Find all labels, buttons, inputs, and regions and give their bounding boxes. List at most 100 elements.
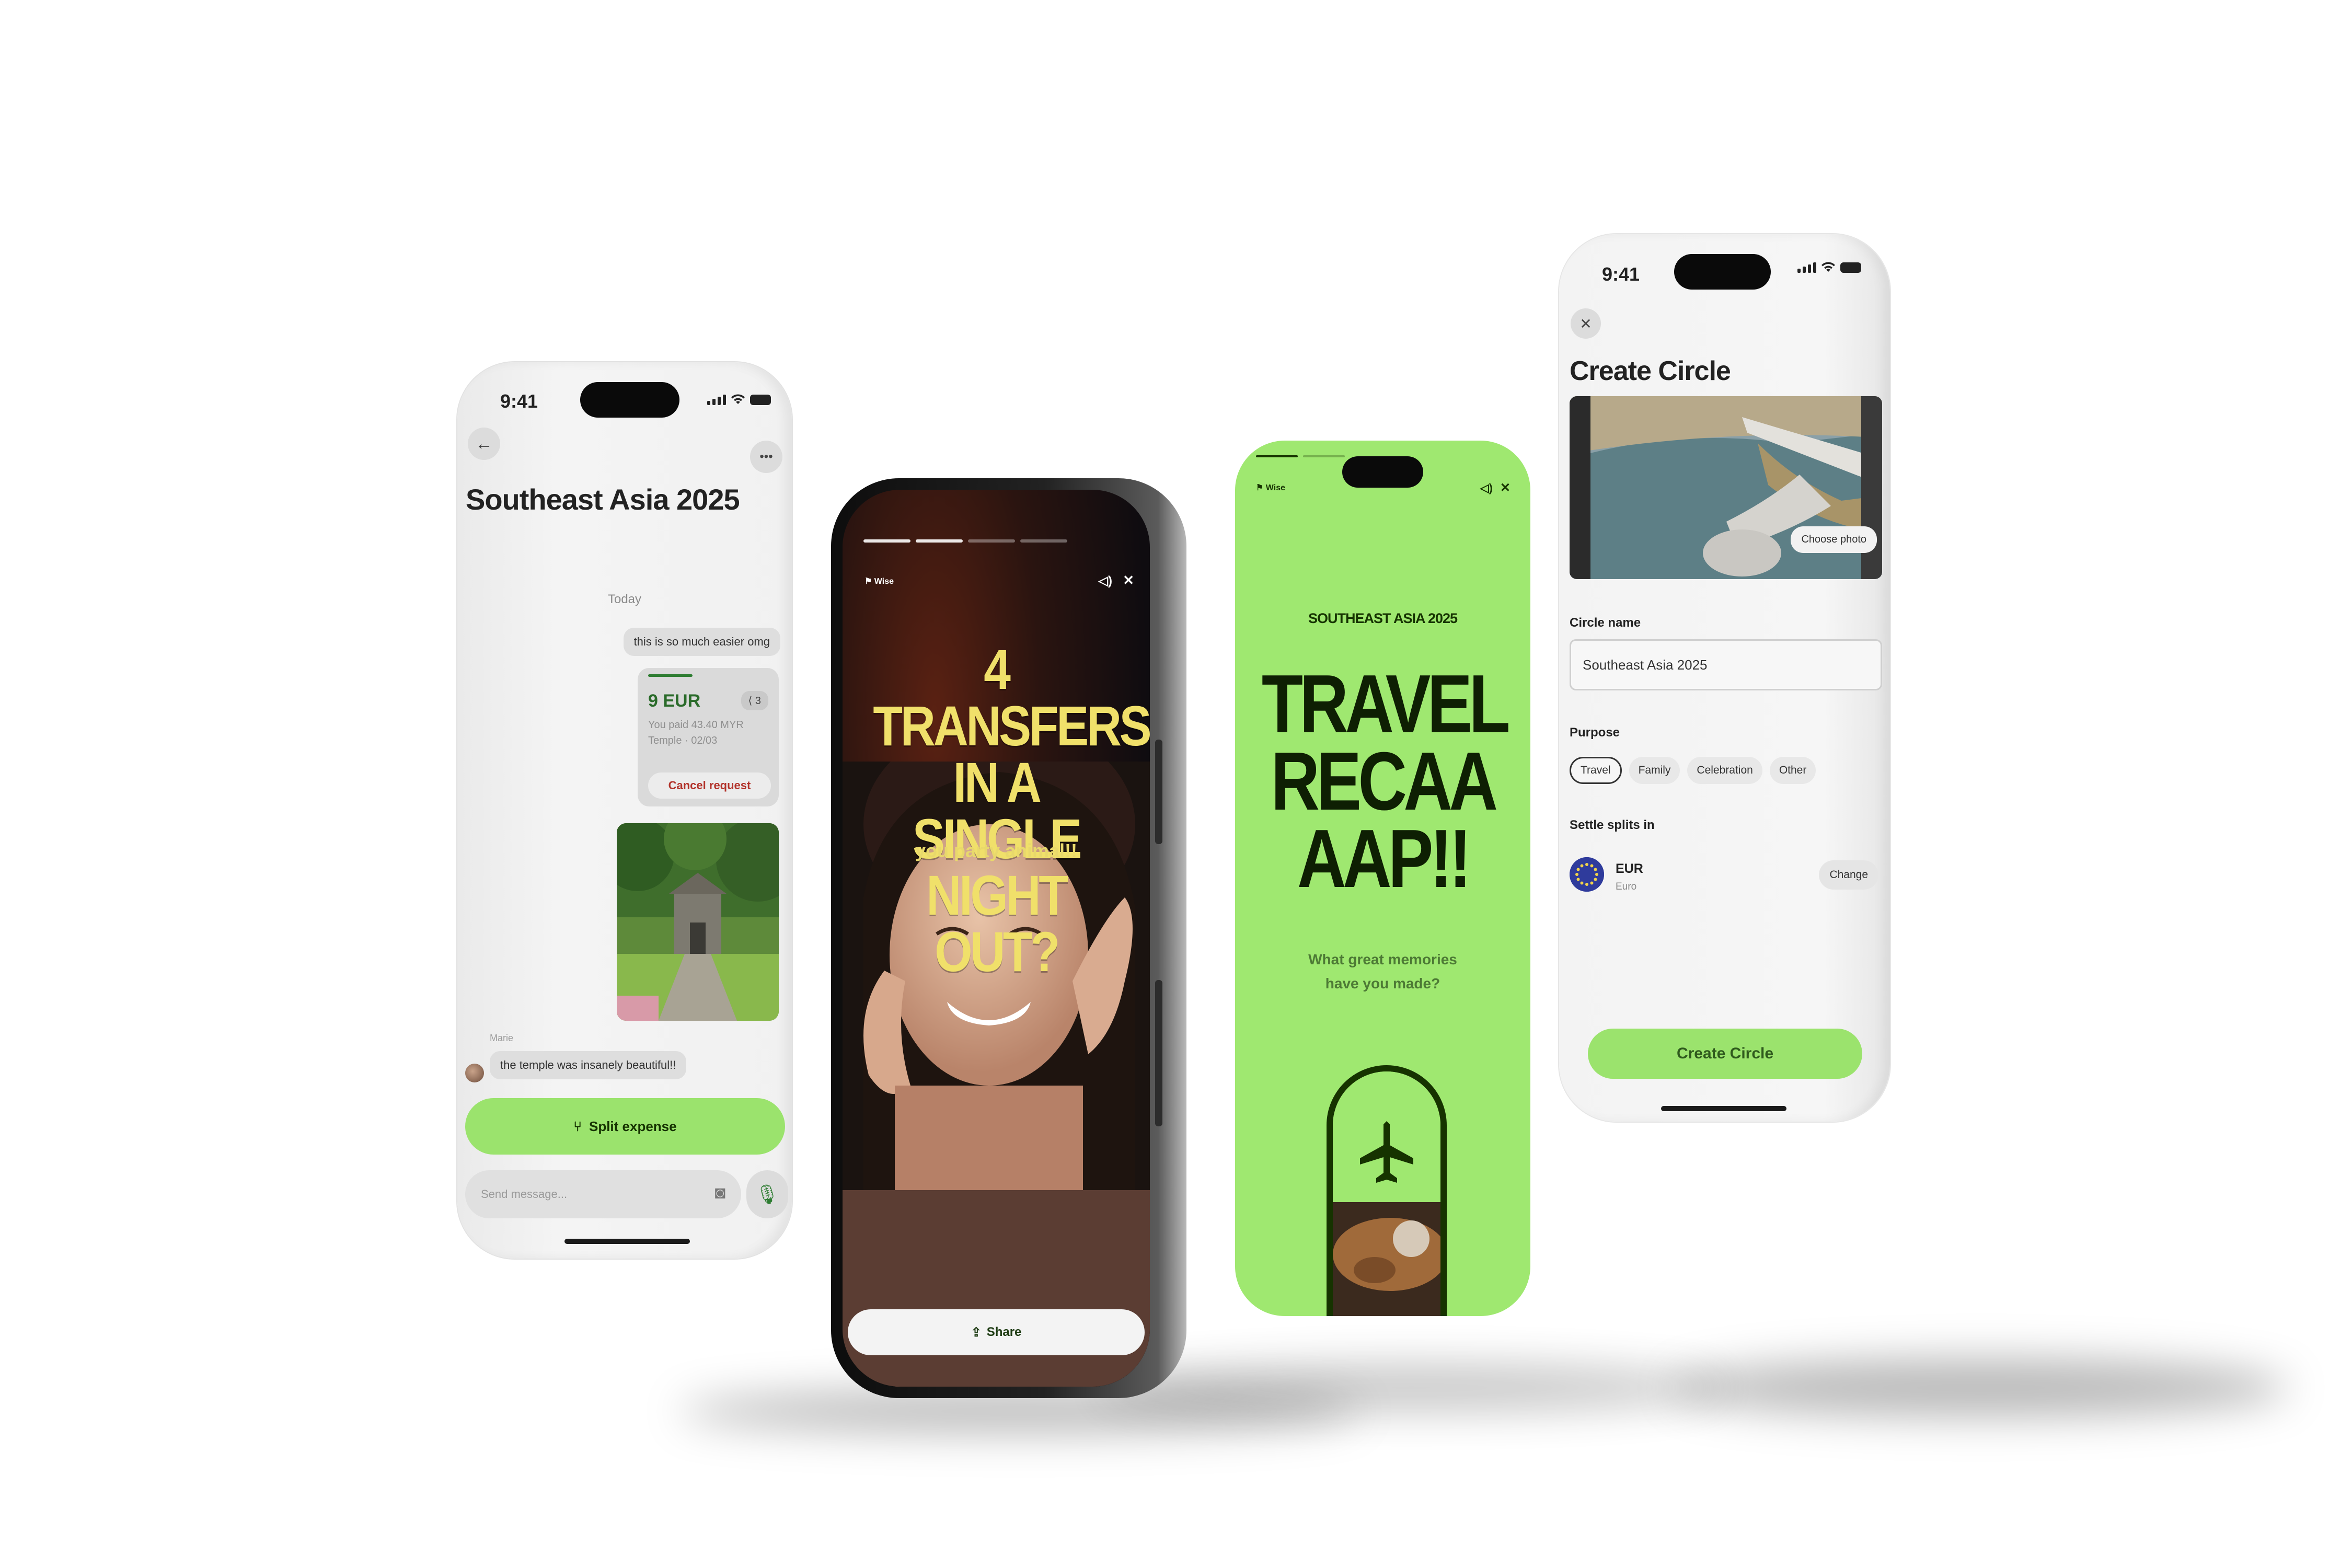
story-progress [863,539,1067,543]
create-circle-button[interactable]: Create Circle [1588,1029,1862,1079]
story-headline: 4 TRANSFERS IN A SINGLE NIGHT OUT? [873,638,1150,983]
share-icon: ⇪ [971,1325,982,1340]
microphone-button[interactable]: 🎙 [746,1170,788,1218]
close-button[interactable]: ✕ [1123,572,1134,589]
wifi-icon [731,394,745,404]
choose-photo-button[interactable]: Choose photo [1791,526,1877,553]
wifi-icon [1821,262,1835,272]
purpose-options: Travel Family Celebration Other [1570,757,1816,784]
settle-splits-label: Settle splits in [1570,818,1655,832]
recap-headline-line: AAP!! [1297,813,1472,905]
page-title: Southeast Asia 2025 [466,483,740,516]
create-circle-phone: 9:41 ✕ Create Circle Choose photo Circle… [1559,234,1890,1122]
share-button[interactable]: ⇪ Share [848,1309,1145,1355]
story-brand: Wise [874,577,894,586]
status-icons [1797,261,1861,273]
participants-badge: ⟨ 3 [741,691,768,710]
circle-name-field[interactable] [1583,641,1865,689]
side-button [1155,980,1162,1126]
currency-code: EUR [1616,861,1643,876]
battery-icon [750,395,771,405]
wise-flag-icon: ⚑ [1256,483,1266,492]
phone-shadow [1098,1364,1725,1411]
recap-headline: TRAVEL RECAA AAP!! [1261,658,1511,905]
camera-icon[interactable]: ◙ [714,1183,725,1203]
status-bar: 9:41 [457,382,792,418]
page-title: Create Circle [1570,356,1731,386]
purpose-label: Purpose [1570,725,1620,740]
recap-question-line: have you made? [1325,975,1440,991]
recap-question: What great memories have you made? [1235,948,1530,996]
cover-photo[interactable]: Choose photo [1570,396,1882,579]
recap-headline-line: RECAA [1271,735,1498,827]
avatar[interactable] [465,1064,484,1082]
status-time: 9:41 [500,390,538,412]
expense-detail-line: Temple · 02/03 [648,735,718,746]
more-options-button[interactable]: ••• [750,441,782,473]
create-circle-screen: 9:41 ✕ Create Circle Choose photo Circle… [1559,234,1890,1122]
arch-window [1327,1065,1447,1316]
speaker-icon: ◁) [1480,481,1493,494]
sender-name: Marie [490,1033,514,1043]
wise-flag-icon: ⚑ [864,577,874,586]
battery-icon [1840,262,1861,273]
chat-phone: 9:41 ← ••• Southeast Asia 2025 Today thi… [457,362,792,1259]
close-button[interactable]: ✕ [1500,480,1511,495]
change-currency-button[interactable]: Change [1819,860,1878,890]
circle-name-label: Circle name [1570,616,1641,630]
back-button[interactable]: ← [468,428,500,460]
dynamic-island [1342,456,1423,488]
home-indicator [564,1239,690,1244]
story-phone: ⚑ Wise ◁) ✕ 4 TRANSFERS IN A SINGLE NIGH… [831,478,1186,1398]
purpose-option-family[interactable]: Family [1629,757,1680,784]
close-icon: ✕ [1500,481,1511,495]
chat-screen: 9:41 ← ••• Southeast Asia 2025 Today thi… [457,362,792,1259]
close-button[interactable]: ✕ [1571,308,1601,339]
temple-image [617,823,779,1021]
microphone-icon: 🎙 [755,1183,779,1205]
recap-screen: ⚑ Wise ◁) ✕ SOUTHEAST ASIA 2025 TRAVEL R… [1235,441,1530,1316]
message-incoming: the temple was insanely beautiful!! [490,1051,687,1079]
temple-photo[interactable] [617,823,779,1021]
eu-flag-icon [1570,857,1604,892]
cancel-request-button[interactable]: Cancel request [648,773,771,799]
date-separator: Today [607,592,642,606]
split-icon: ⑂ [573,1118,582,1134]
purpose-option-travel[interactable]: Travel [1570,757,1622,784]
trip-label: SOUTHEAST ASIA 2025 [1308,610,1458,626]
arrow-left-icon: ← [475,433,493,454]
story-headline-line: 4 TRANSFERS [873,638,1150,757]
progress-bar [648,674,693,677]
purpose-option-other[interactable]: Other [1769,757,1816,784]
message-input-container: ◙ [465,1170,741,1218]
wise-logo: ⚑ Wise [1256,482,1285,493]
story-headline-line: NIGHT OUT? [926,863,1068,983]
recap-brand: Wise [1265,483,1285,492]
expense-paid-line: You paid 43.40 MYR [648,719,744,731]
sound-button[interactable]: ◁) [1099,573,1112,589]
arch-inner [1333,1071,1440,1316]
signal-icon [707,395,726,405]
status-icons [707,394,771,405]
recap-phone: ⚑ Wise ◁) ✕ SOUTHEAST ASIA 2025 TRAVEL R… [1235,441,1530,1316]
dynamic-island [1674,254,1771,290]
share-label: Share [986,1325,1022,1339]
speaker-icon: ◁) [1098,574,1112,588]
phone-shadow [1673,1359,2289,1416]
purpose-option-celebration[interactable]: Celebration [1687,757,1762,784]
message-input[interactable] [481,1170,690,1218]
split-expense-label: Split expense [589,1118,677,1134]
status-time: 9:41 [1602,263,1640,285]
story-screen: ⚑ Wise ◁) ✕ 4 TRANSFERS IN A SINGLE NIGH… [843,490,1150,1387]
expense-amount: 9 EUR [648,691,701,711]
split-expense-button[interactable]: ⑂ Split expense [465,1098,785,1155]
story-subline: you party animal!! [915,840,1078,861]
recap-headline-line: TRAVEL [1261,658,1511,750]
expense-card: 9 EUR ⟨ 3 You paid 43.40 MYR Temple · 02… [638,668,779,806]
status-bar: 9:41 [1559,250,1890,290]
circle-name-field-container [1570,639,1882,690]
close-icon: ✕ [1123,572,1134,588]
more-icon: ••• [759,449,773,464]
sound-button[interactable]: ◁) [1480,481,1493,495]
wise-logo: ⚑ Wise [864,576,894,586]
